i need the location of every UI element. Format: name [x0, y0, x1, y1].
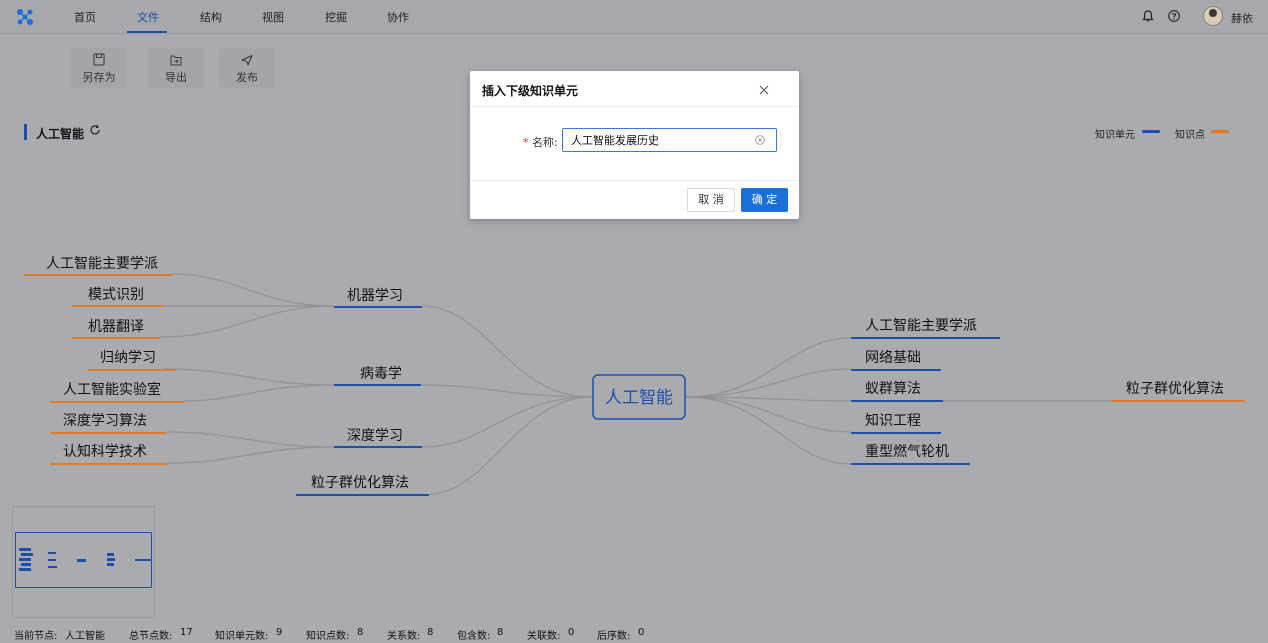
stat-sequence-label: 后序数:: [597, 631, 631, 642]
node-label: 归纳学习: [100, 349, 156, 366]
minimap[interactable]: [12, 506, 155, 618]
stat-sequence: 0: [638, 627, 645, 638]
nav-tab-mining[interactable]: 挖掘: [325, 9, 347, 25]
stat-associations: 0: [568, 627, 575, 638]
name-input[interactable]: [562, 128, 777, 152]
mindmap-node[interactable]: 深度学习算法: [50, 413, 166, 434]
publish-icon: [241, 55, 253, 66]
stat-current-node-label: 当前节点:: [14, 631, 58, 642]
node-label: 人工智能主要学派: [865, 318, 977, 334]
nav-tab-view[interactable]: 视图: [262, 9, 284, 25]
node-label: 知识工程: [865, 412, 921, 429]
top-nav: 首页 文件 结构 视图 挖掘 协作 赫依: [0, 0, 1268, 34]
node-label: 人工智能主要学派: [46, 256, 158, 272]
minimap-preview: [19, 548, 151, 571]
mindmap-node[interactable]: 粒子群优化算法: [1111, 381, 1245, 402]
node-label: 深度学习: [347, 428, 403, 444]
mindmap-center-node[interactable]: 人工智能: [592, 374, 686, 420]
stat-relations-label: 关系数:: [387, 631, 421, 642]
mindmap-node[interactable]: 机器学习: [334, 288, 422, 308]
mindmap-node[interactable]: 病毒学: [334, 366, 421, 386]
bell-icon[interactable]: [1141, 9, 1155, 23]
required-marker: *: [523, 136, 529, 149]
export-icon: [170, 55, 182, 66]
stat-units: 9: [276, 627, 283, 638]
node-label: 粒子群优化算法: [311, 475, 409, 491]
mindmap-node[interactable]: 蚁群算法: [851, 381, 943, 402]
stat-current-node: 人工智能: [65, 631, 105, 642]
publish-button[interactable]: 发布: [219, 48, 275, 88]
status-bar: 当前节点: 人工智能 总节点数: 17 知识单元数: 9 知识点数: 8 关系数…: [0, 624, 1268, 643]
stat-relations: 8: [427, 627, 434, 638]
save-as-icon: [93, 53, 105, 66]
confirm-button[interactable]: 确 定: [741, 188, 788, 212]
node-label: 重型燃气轮机: [865, 443, 949, 460]
node-label: 人工智能实验室: [63, 381, 161, 398]
nav-tab-structure[interactable]: 结构: [200, 9, 222, 25]
active-tab-indicator: [127, 31, 167, 33]
mindmap-node[interactable]: 人工智能主要学派: [24, 256, 172, 276]
export-label: 导出: [165, 71, 187, 84]
nav-tab-collaborate[interactable]: 协作: [387, 9, 409, 25]
mindmap-node[interactable]: 粒子群优化算法: [296, 475, 429, 496]
close-icon[interactable]: [757, 83, 771, 97]
mindmap-node[interactable]: 深度学习: [334, 428, 422, 448]
node-label: 蚁群算法: [865, 381, 921, 397]
stat-units-label: 知识单元数:: [215, 631, 269, 642]
mindmap-node[interactable]: 机器翻译: [72, 319, 160, 339]
node-label: 病毒学: [360, 366, 402, 382]
stat-contains: 8: [497, 627, 504, 638]
stat-points: 8: [357, 627, 364, 638]
mindmap-node[interactable]: 人工智能实验室: [50, 381, 184, 403]
node-label: 网络基础: [865, 349, 921, 366]
mindmap-node[interactable]: 知识工程: [851, 412, 941, 434]
center-node-label: 人工智能: [605, 388, 673, 408]
insert-unit-dialog: 插入下级知识单元 * 名称: 取 消 确 定: [470, 71, 799, 219]
nav-tab-file[interactable]: 文件: [137, 9, 159, 25]
stat-total-nodes: 17: [180, 627, 193, 638]
save-as-button[interactable]: 另存为: [71, 48, 127, 88]
help-icon[interactable]: [1167, 9, 1181, 23]
mindmap-node[interactable]: 网络基础: [851, 349, 941, 371]
export-button[interactable]: 导出: [148, 48, 204, 88]
stat-contains-label: 包含数:: [457, 631, 491, 642]
dialog-title: 插入下级知识单元: [482, 84, 579, 98]
node-label: 模式识别: [88, 287, 144, 303]
dialog-footer-divider: [470, 180, 799, 181]
stat-associations-label: 关联数:: [527, 631, 561, 642]
node-label: 机器学习: [347, 288, 403, 304]
dialog-header-divider: [470, 106, 799, 107]
avatar[interactable]: [1203, 6, 1223, 26]
node-label: 认知科学技术: [63, 443, 147, 460]
username[interactable]: 赫依: [1231, 10, 1253, 26]
mindmap-node[interactable]: 人工智能主要学派: [851, 318, 1000, 339]
cancel-button[interactable]: 取 消: [687, 188, 735, 212]
app-logo[interactable]: [16, 8, 34, 26]
node-label: 深度学习算法: [63, 413, 147, 429]
mindmap-node[interactable]: 模式识别: [72, 287, 164, 307]
mindmap-node[interactable]: 归纳学习: [88, 349, 176, 371]
stat-points-label: 知识点数:: [306, 631, 350, 642]
mindmap-node[interactable]: 认知科学技术: [50, 443, 168, 465]
stat-total-nodes-label: 总节点数:: [129, 631, 173, 642]
nav-tab-home[interactable]: 首页: [74, 9, 96, 25]
mindmap-node[interactable]: 重型燃气轮机: [851, 443, 970, 465]
publish-label: 发布: [236, 71, 258, 84]
node-label: 粒子群优化算法: [1126, 381, 1224, 397]
clear-input-icon[interactable]: [755, 135, 765, 145]
node-label: 机器翻译: [88, 319, 144, 335]
save-as-label: 另存为: [82, 71, 116, 84]
name-field-label: 名称:: [532, 136, 558, 149]
